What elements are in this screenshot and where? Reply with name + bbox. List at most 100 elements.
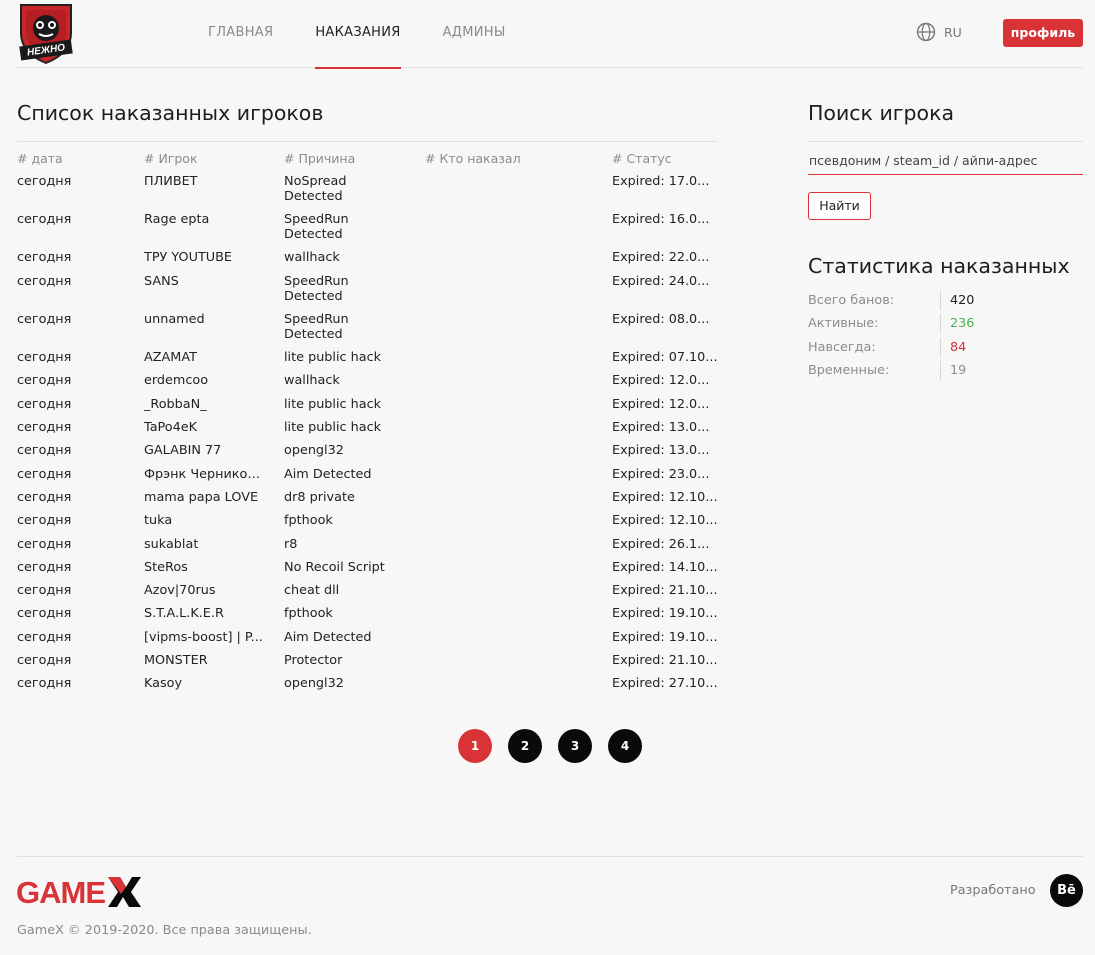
search-title: Поиск игрока <box>808 101 955 125</box>
stat-label: Всего банов: <box>808 293 895 308</box>
cell-status: Expired: 22.0... <box>612 250 710 266</box>
pagination: 1 2 3 4 <box>458 729 658 763</box>
cell-date: сегодня <box>17 513 72 529</box>
nav-admins[interactable]: АДМИНЫ <box>443 0 506 68</box>
cell-status: Expired: 07.10... <box>612 350 718 366</box>
site-logo[interactable]: НЕЖНО <box>17 3 75 65</box>
stat-label: Активные: <box>808 316 879 332</box>
column-date[interactable]: # дата <box>17 151 63 166</box>
cell-date: сегодня <box>17 583 72 599</box>
cell-status: Expired: 26.1... <box>612 536 710 552</box>
column-admin[interactable]: # Кто наказал <box>425 151 521 166</box>
cell-reason: NoSpread Detected <box>284 174 347 204</box>
cell-reason: SpeedRun Detected <box>284 212 349 243</box>
cell-reason: wallhack <box>284 373 340 389</box>
cell-date: сегодня <box>17 250 72 266</box>
page-button-1[interactable]: 1 <box>458 729 492 763</box>
cell-reason: No Recoil Script <box>284 559 385 575</box>
stat-row: Навсегда: 84 <box>808 337 1083 363</box>
cell-status: Expired: 08.0... <box>612 311 710 327</box>
cell-player: Rage epta <box>144 212 210 228</box>
cell-status: Expired: 12.10... <box>612 489 718 505</box>
stats-title: Статистика наказанных <box>808 254 1070 278</box>
footer-logo[interactable]: GAME <box>16 873 141 913</box>
header: НЕЖНО ГЛАВНАЯ НАКАЗАНИЯ АДМИНЫ RU профил… <box>17 0 1083 69</box>
cell-date: сегодня <box>17 373 72 389</box>
column-reason[interactable]: # Причина <box>284 151 355 166</box>
cell-date: сегодня <box>17 629 72 645</box>
cell-reason: opengl32 <box>284 676 344 692</box>
stats-list: Всего банов: 420 Активные: 236 Навсегда: 84 Вр… <box>808 291 1083 386</box>
behance-icon[interactable]: Bē <box>1050 874 1083 907</box>
cell-player: MONSTER <box>144 653 208 668</box>
cell-player: SANS <box>144 273 179 289</box>
cell-date: сегодня <box>17 420 72 435</box>
cell-reason: lite public hack <box>284 350 382 366</box>
stat-row: Всего банов: 420 <box>808 291 1083 316</box>
cell-status: Expired: 12.0... <box>612 396 710 412</box>
cell-date: сегодня <box>17 273 72 289</box>
language-switcher[interactable]: RU <box>916 22 962 42</box>
cell-date: сегодня <box>17 311 72 327</box>
cell-date: сегодня <box>17 212 72 228</box>
cell-player: [vipms-boost] | P... <box>144 629 263 645</box>
developed-by-label: Разработано <box>950 883 1036 898</box>
cell-player: TaPo4eK <box>144 420 198 435</box>
stat-value: 420 <box>950 293 975 308</box>
stat-row: Временные: 19 <box>808 360 1083 386</box>
stat-value: 236 <box>950 316 975 332</box>
find-button[interactable]: Найти <box>808 192 871 220</box>
column-status[interactable]: # Статус <box>612 151 672 166</box>
cell-status: Expired: 12.0... <box>612 373 710 389</box>
page-button-2[interactable]: 2 <box>508 729 542 763</box>
stat-value: 19 <box>950 362 967 378</box>
cell-date: сегодня <box>17 653 72 668</box>
cell-reason: r8 <box>284 536 298 552</box>
cell-player: _RobbaN_ <box>144 396 207 412</box>
cell-player: ТРУ YOUTUBE <box>144 250 233 266</box>
stat-separator <box>940 291 941 310</box>
nav-home[interactable]: ГЛАВНАЯ <box>208 0 273 68</box>
bans-title: Список наказанных игроков <box>17 101 324 125</box>
cell-player: unnamed <box>144 311 205 327</box>
divider <box>17 141 718 142</box>
globe-icon <box>916 22 936 42</box>
cell-date: сегодня <box>17 536 72 552</box>
nav-punishments[interactable]: НАКАЗАНИЯ <box>315 0 401 69</box>
cell-reason: fpthook <box>284 606 333 622</box>
main-nav: ГЛАВНАЯ НАКАЗАНИЯ АДМИНЫ <box>208 0 548 69</box>
cell-date: сегодня <box>17 443 72 459</box>
cell-reason: Aim Detected <box>284 629 372 645</box>
cell-status: Expired: 14.10... <box>612 559 718 575</box>
cell-date: сегодня <box>17 396 72 412</box>
page-button-4[interactable]: 4 <box>608 729 642 763</box>
profile-button[interactable]: профиль <box>1003 19 1083 47</box>
column-player[interactable]: # Игрок <box>144 151 198 166</box>
cell-date: сегодня <box>17 676 72 692</box>
cell-status: Expired: 12.10... <box>612 513 718 529</box>
cell-player: mama papa LOVE <box>144 489 259 505</box>
cell-status: Expired: 16.0... <box>612 212 710 228</box>
cell-reason: fpthook <box>284 513 333 529</box>
cell-reason: dr8 private <box>284 489 355 505</box>
cell-player: GALABIN 77 <box>144 443 222 459</box>
stat-label: Временные: <box>808 362 890 378</box>
stat-label: Навсегда: <box>808 339 876 355</box>
cell-status: Expired: 13.0... <box>612 443 710 459</box>
cell-reason: wallhack <box>284 250 340 266</box>
cell-status: Expired: 19.10... <box>612 606 718 622</box>
cell-date: сегодня <box>17 466 72 482</box>
player-search-input[interactable] <box>808 147 1083 175</box>
cell-player: AZAMAT <box>144 350 197 366</box>
cell-date: сегодня <box>17 606 72 622</box>
stat-separator <box>940 314 941 334</box>
stat-separator <box>940 337 941 357</box>
cell-reason: lite public hack <box>284 420 382 435</box>
footer-divider <box>17 856 1083 857</box>
cell-status: Expired: 23.0... <box>612 466 710 482</box>
cell-reason: cheat dll <box>284 583 340 599</box>
svg-text:GAME: GAME <box>16 875 105 909</box>
page-button-3[interactable]: 3 <box>558 729 592 763</box>
cell-player: erdemcoo <box>144 373 209 389</box>
cell-player: tuka <box>144 513 173 529</box>
